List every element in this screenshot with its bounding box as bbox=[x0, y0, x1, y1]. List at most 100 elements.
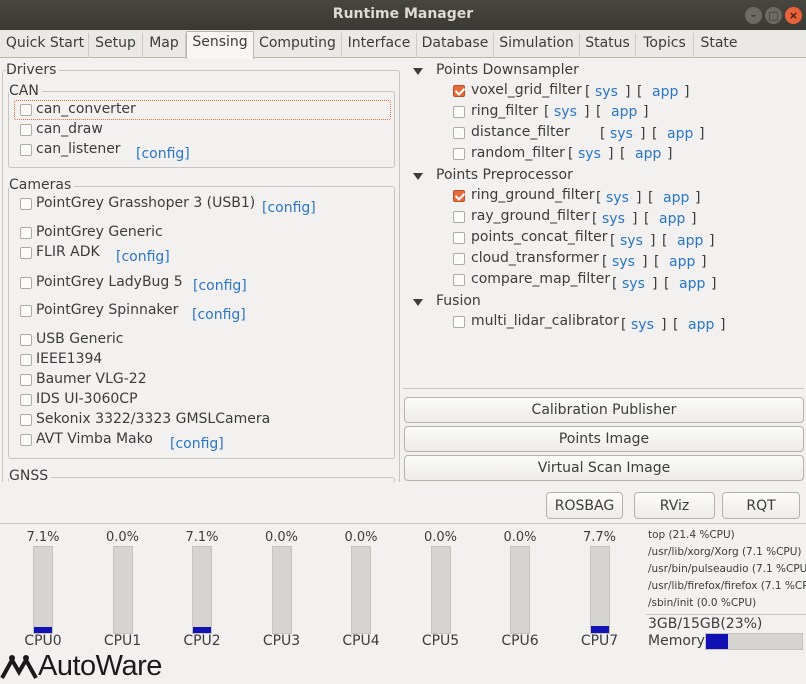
ray-ground-filter-checkbox[interactable] bbox=[453, 211, 465, 223]
distance-filter-checkbox[interactable] bbox=[453, 127, 465, 139]
camera-ieee1394-label[interactable]: IEEE1394 bbox=[36, 351, 102, 367]
camera-ids-label[interactable]: IDS UI-3060CP bbox=[36, 391, 138, 407]
ring-filter-checkbox[interactable] bbox=[453, 106, 465, 118]
group-points-preprocessor[interactable]: Points Preprocessor bbox=[436, 167, 573, 183]
camera-ladybug-label[interactable]: PointGrey LadyBug 5 bbox=[36, 274, 183, 290]
tab-computing[interactable]: Computing bbox=[254, 33, 342, 58]
camera-avt-vimba-checkbox[interactable] bbox=[20, 434, 32, 446]
tab-map[interactable]: Map bbox=[143, 33, 186, 58]
voxel-grid-filter-label[interactable]: voxel_grid_filter bbox=[471, 82, 582, 98]
compare-map-filter-sys-link[interactable]: sys bbox=[622, 276, 645, 292]
compare-map-filter-app-link[interactable]: app bbox=[679, 276, 705, 292]
multi-lidar-calibrator-app-link[interactable]: app bbox=[688, 317, 714, 333]
tab-database[interactable]: Database bbox=[417, 33, 494, 58]
can-converter-label[interactable]: can_converter bbox=[36, 101, 136, 117]
voxel-grid-filter-checkbox[interactable] bbox=[453, 85, 465, 97]
tab-simulation[interactable]: Simulation bbox=[494, 33, 580, 58]
points-concat-filter-checkbox[interactable] bbox=[453, 232, 465, 244]
camera-usb-generic-checkbox[interactable] bbox=[20, 334, 32, 346]
camera-avt-vimba-label[interactable]: AVT Vimba Mako bbox=[36, 431, 153, 447]
tab-setup[interactable]: Setup bbox=[89, 33, 143, 58]
camera-ieee1394-checkbox[interactable] bbox=[20, 354, 32, 366]
tab-sensing[interactable]: Sensing bbox=[186, 31, 254, 59]
can-draw-checkbox[interactable] bbox=[20, 124, 32, 136]
voxel-grid-filter-app-link[interactable]: app bbox=[652, 84, 678, 100]
can-draw-label[interactable]: can_draw bbox=[36, 121, 103, 137]
ring-ground-filter-sys-link[interactable]: sys bbox=[606, 190, 629, 206]
expand-icon-points-preprocessor[interactable] bbox=[413, 173, 423, 180]
camera-avt-vimba-config-link[interactable]: [config] bbox=[170, 436, 224, 452]
random-filter-sys-link[interactable]: sys bbox=[578, 146, 601, 162]
distance-filter-sys-link[interactable]: sys bbox=[610, 126, 633, 142]
tab-state[interactable]: State bbox=[694, 33, 744, 58]
cloud-transformer-app-link[interactable]: app bbox=[669, 254, 695, 270]
ring-ground-filter-label[interactable]: ring_ground_filter bbox=[471, 187, 595, 203]
maximize-icon[interactable]: □ bbox=[765, 7, 782, 24]
tab-status[interactable]: Status bbox=[580, 33, 636, 58]
camera-sekonix-label[interactable]: Sekonix 3322/3323 GMSLCamera bbox=[36, 411, 270, 427]
ring-ground-filter-checkbox[interactable] bbox=[453, 190, 465, 202]
cloud-transformer-sys-link[interactable]: sys bbox=[612, 254, 635, 270]
can-listener-checkbox[interactable] bbox=[20, 144, 32, 156]
random-filter-app-link[interactable]: app bbox=[635, 146, 661, 162]
camera-pointgrey-generic-label[interactable]: PointGrey Generic bbox=[36, 224, 163, 240]
ray-ground-filter-sys-link[interactable]: sys bbox=[602, 211, 625, 227]
camera-flir-adk-config-link[interactable]: [config] bbox=[116, 249, 170, 265]
ring-ground-filter-app-link[interactable]: app bbox=[663, 190, 689, 206]
camera-grasshopper-label[interactable]: PointGrey Grasshoper 3 (USB1) bbox=[36, 195, 255, 211]
camera-baumer-checkbox[interactable] bbox=[20, 374, 32, 386]
voxel-grid-filter-sys-link[interactable]: sys bbox=[595, 84, 618, 100]
ring-filter-sys-link[interactable]: sys bbox=[554, 104, 577, 120]
points-concat-filter-sys-link[interactable]: sys bbox=[620, 233, 643, 249]
camera-spinnaker-config-link[interactable]: [config] bbox=[192, 307, 246, 323]
group-points-downsampler[interactable]: Points Downsampler bbox=[436, 62, 579, 78]
tab-interface[interactable]: Interface bbox=[342, 33, 417, 58]
calibration-publisher-button[interactable]: Calibration Publisher bbox=[404, 397, 804, 423]
virtual-scan-image-button[interactable]: Virtual Scan Image bbox=[404, 455, 804, 481]
random-filter-label[interactable]: random_filter bbox=[471, 145, 565, 161]
tab-quick-start[interactable]: Quick Start bbox=[2, 33, 89, 58]
ring-filter-label[interactable]: ring_filter bbox=[471, 103, 538, 119]
tab-topics[interactable]: Topics bbox=[636, 33, 694, 58]
multi-lidar-calibrator-label[interactable]: multi_lidar_calibrator bbox=[471, 313, 619, 329]
random-filter-checkbox[interactable] bbox=[453, 148, 465, 160]
can-listener-label[interactable]: can_listener bbox=[36, 141, 121, 157]
can-listener-config-link[interactable]: [config] bbox=[136, 146, 190, 162]
camera-sekonix-checkbox[interactable] bbox=[20, 414, 32, 426]
minimize-icon[interactable]: – bbox=[745, 7, 762, 24]
camera-ladybug-config-link[interactable]: [config] bbox=[193, 278, 247, 294]
multi-lidar-calibrator-sys-link[interactable]: sys bbox=[631, 317, 654, 333]
ring-filter-app-link[interactable]: app bbox=[611, 104, 637, 120]
camera-ladybug-checkbox[interactable] bbox=[20, 277, 32, 289]
can-converter-checkbox[interactable] bbox=[20, 104, 32, 116]
rqt-button[interactable]: RQT bbox=[722, 492, 800, 519]
points-concat-filter-label[interactable]: points_concat_filter bbox=[471, 229, 607, 245]
distance-filter-label[interactable]: distance_filter bbox=[471, 124, 570, 140]
distance-filter-app-link[interactable]: app bbox=[667, 126, 693, 142]
cloud-transformer-checkbox[interactable] bbox=[453, 253, 465, 265]
rviz-button[interactable]: RViz bbox=[634, 492, 715, 519]
camera-pointgrey-generic-checkbox[interactable] bbox=[20, 227, 32, 239]
cloud-transformer-label[interactable]: cloud_transformer bbox=[471, 250, 599, 266]
ray-ground-filter-label[interactable]: ray_ground_filter bbox=[471, 208, 590, 224]
points-concat-filter-app-link[interactable]: app bbox=[677, 233, 703, 249]
camera-spinnaker-checkbox[interactable] bbox=[20, 305, 32, 317]
camera-flir-adk-label[interactable]: FLIR ADK bbox=[36, 244, 100, 260]
camera-grasshopper-checkbox[interactable] bbox=[20, 198, 32, 210]
multi-lidar-calibrator-checkbox[interactable] bbox=[453, 316, 465, 328]
group-fusion[interactable]: Fusion bbox=[436, 293, 481, 309]
compare-map-filter-label[interactable]: compare_map_filter bbox=[471, 271, 610, 287]
compare-map-filter-checkbox[interactable] bbox=[453, 274, 465, 286]
camera-usb-generic-label[interactable]: USB Generic bbox=[36, 331, 123, 347]
camera-spinnaker-label[interactable]: PointGrey Spinnaker bbox=[36, 302, 178, 318]
expand-icon-fusion[interactable] bbox=[413, 299, 423, 306]
rosbag-button[interactable]: ROSBAG bbox=[546, 492, 623, 519]
camera-grasshopper-config-link[interactable]: [config] bbox=[262, 200, 316, 216]
close-icon[interactable]: × bbox=[785, 7, 802, 24]
camera-baumer-label[interactable]: Baumer VLG-22 bbox=[36, 371, 147, 387]
camera-ids-checkbox[interactable] bbox=[20, 394, 32, 406]
camera-flir-adk-checkbox[interactable] bbox=[20, 247, 32, 259]
points-image-button[interactable]: Points Image bbox=[404, 426, 804, 452]
ray-ground-filter-app-link[interactable]: app bbox=[659, 211, 685, 227]
expand-icon-points-downsampler[interactable] bbox=[413, 68, 423, 75]
